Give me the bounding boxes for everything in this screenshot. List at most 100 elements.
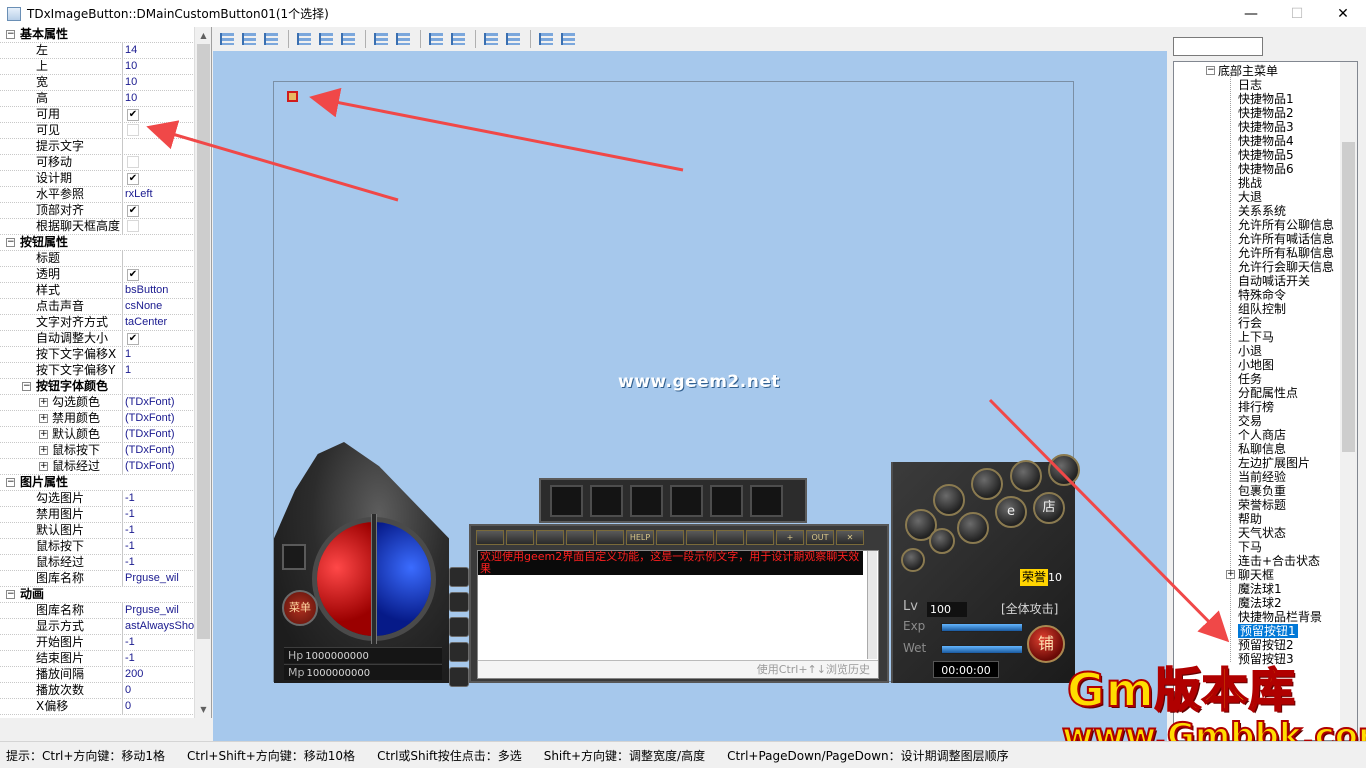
scroll-down-icon[interactable]: ▼ xyxy=(195,701,211,718)
close-button[interactable]: ✕ xyxy=(1320,0,1366,27)
prop-row[interactable]: 开始图片 -1 xyxy=(0,635,195,651)
prop-row[interactable]: 可见 xyxy=(0,123,195,139)
tree-item[interactable]: 行会 xyxy=(1238,316,1262,330)
tree-item[interactable]: 排行榜 xyxy=(1238,400,1274,414)
tree-item[interactable]: 挑战 xyxy=(1238,176,1262,190)
prop-value[interactable]: taCenter xyxy=(123,315,195,330)
prop-row[interactable]: 图库名称 Prguse_wil xyxy=(0,571,195,587)
prop-value[interactable]: -1 xyxy=(123,491,195,506)
quick-slot[interactable] xyxy=(750,485,783,517)
tree-item[interactable]: 左边扩展图片 xyxy=(1238,456,1310,470)
tree-item[interactable]: 组队控制 xyxy=(1238,302,1286,316)
round-button[interactable] xyxy=(933,484,965,516)
side-icon-group[interactable] xyxy=(449,617,469,637)
tree-item[interactable]: 包裹负重 xyxy=(1238,484,1286,498)
chat-tool-button[interactable]: OUT xyxy=(806,530,834,545)
prop-row[interactable]: 可用 ✔ xyxy=(0,107,195,123)
round-button[interactable]: e xyxy=(995,496,1027,528)
tree-item[interactable]: 聊天框 xyxy=(1238,568,1274,582)
side-icon-private[interactable] xyxy=(449,667,469,687)
round-button[interactable] xyxy=(901,548,925,572)
checkbox[interactable]: ✔ xyxy=(127,269,139,281)
tree-item[interactable]: 快捷物品栏背景 xyxy=(1238,610,1322,624)
expand-icon[interactable]: + xyxy=(39,414,48,423)
prop-value[interactable]: 14 xyxy=(123,43,195,58)
prop-row[interactable]: 标题 xyxy=(0,251,195,267)
tree-item[interactable]: 小地图 xyxy=(1238,358,1274,372)
prop-row[interactable]: 结束图片 -1 xyxy=(0,651,195,667)
prop-value[interactable]: 10 xyxy=(123,59,195,74)
prop-value[interactable] xyxy=(123,251,195,266)
tree-item[interactable]: 帮助 xyxy=(1238,512,1262,526)
prop-row[interactable]: 按下文字偏移X 1 xyxy=(0,347,195,363)
align-tool-button[interactable] xyxy=(448,30,468,48)
checkbox[interactable]: ✔ xyxy=(127,205,139,217)
prop-row[interactable]: 左 14 xyxy=(0,43,195,59)
prop-value[interactable] xyxy=(123,155,195,170)
prop-row[interactable]: 根据聊天框高度 xyxy=(0,219,195,235)
tree-root[interactable]: 底部主菜单 xyxy=(1218,64,1278,78)
prop-value[interactable]: astAlwaysShow xyxy=(123,619,195,634)
prop-row[interactable]: 水平参照 rxLeft xyxy=(0,187,195,203)
quick-slot[interactable] xyxy=(710,485,743,517)
prop-value[interactable]: 0 xyxy=(123,683,195,698)
tree-item[interactable]: 当前经验 xyxy=(1238,470,1286,484)
tree-item[interactable]: 连击+合击状态 xyxy=(1238,554,1320,568)
align-tool-button[interactable] xyxy=(294,30,314,48)
align-tool-button[interactable] xyxy=(481,30,501,48)
tree-item[interactable]: 快捷物品3 xyxy=(1238,120,1294,134)
tree-item[interactable]: 预留按钮1 xyxy=(1238,624,1298,638)
tree-item[interactable]: 关系系统 xyxy=(1238,204,1286,218)
design-canvas[interactable]: www.geem2.net 菜单 Hp 1000000000 Mp 10000000… xyxy=(213,51,1167,741)
scroll-up-icon[interactable]: ▲ xyxy=(195,27,211,44)
align-tool-button[interactable] xyxy=(261,30,281,48)
prop-category[interactable]: − 按钮字体颜色 xyxy=(0,379,195,395)
tree-item[interactable]: 允许所有私聊信息 xyxy=(1238,246,1334,260)
prop-value[interactable]: -1 xyxy=(123,507,195,522)
checkbox[interactable] xyxy=(127,220,139,232)
maximize-button[interactable]: ☐ xyxy=(1274,0,1320,27)
collapse-icon[interactable]: − xyxy=(6,238,15,247)
tree-item[interactable]: 分配属性点 xyxy=(1238,386,1298,400)
prop-row[interactable]: X偏移 0 xyxy=(0,699,195,715)
chat-tool-button[interactable] xyxy=(656,530,684,545)
prop-value[interactable]: -1 xyxy=(123,651,195,666)
prop-value[interactable]: (TDxFont) xyxy=(123,443,195,458)
collapse-icon[interactable]: − xyxy=(6,590,15,599)
prop-category[interactable]: − 按钮属性 xyxy=(0,235,195,251)
prop-value[interactable]: bsButton xyxy=(123,283,195,298)
shop-button[interactable]: 铺 xyxy=(1027,625,1065,663)
chat-tool-button[interactable] xyxy=(746,530,774,545)
tree-item[interactable]: 上下马 xyxy=(1238,330,1274,344)
tree-item[interactable]: 自动喊话开关 xyxy=(1238,274,1310,288)
tree-item[interactable]: 小退 xyxy=(1238,344,1262,358)
prop-category[interactable]: − 图片属性 xyxy=(0,475,195,491)
prop-value[interactable]: ✔ xyxy=(123,203,195,218)
prop-value[interactable]: -1 xyxy=(123,635,195,650)
prop-value[interactable]: (TDxFont) xyxy=(123,427,195,442)
quick-slot[interactable] xyxy=(550,485,583,517)
props-scrollbar[interactable]: ▲ ▼ xyxy=(194,27,211,718)
chat-scrollbar[interactable] xyxy=(867,551,877,659)
attack-mode[interactable]: [全体攻击] xyxy=(1001,600,1058,617)
prop-row[interactable]: 高 10 xyxy=(0,91,195,107)
round-button[interactable] xyxy=(1048,454,1080,486)
prop-row[interactable]: 默认图片 -1 xyxy=(0,523,195,539)
tree-scrollbar[interactable] xyxy=(1340,62,1357,740)
align-tool-button[interactable] xyxy=(558,30,578,48)
align-tool-button[interactable] xyxy=(371,30,391,48)
prop-category[interactable]: − 动画 xyxy=(0,587,195,603)
prop-value[interactable]: 10 xyxy=(123,75,195,90)
prop-row[interactable]: + 勾选颜色 (TDxFont) xyxy=(0,395,195,411)
prop-row[interactable]: 自动调整大小 ✔ xyxy=(0,331,195,347)
prop-value[interactable]: 10 xyxy=(123,91,195,106)
prop-value[interactable] xyxy=(123,219,195,234)
prop-value[interactable]: ✔ xyxy=(123,267,195,282)
align-tool-button[interactable] xyxy=(426,30,446,48)
chat-tool-button[interactable] xyxy=(476,530,504,545)
tree-item[interactable]: 个人商店 xyxy=(1238,428,1286,442)
align-tool-button[interactable] xyxy=(536,30,556,48)
prop-row[interactable]: 设计期 ✔ xyxy=(0,171,195,187)
prop-value[interactable]: 1 xyxy=(123,363,195,378)
checkbox[interactable]: ✔ xyxy=(127,173,139,185)
